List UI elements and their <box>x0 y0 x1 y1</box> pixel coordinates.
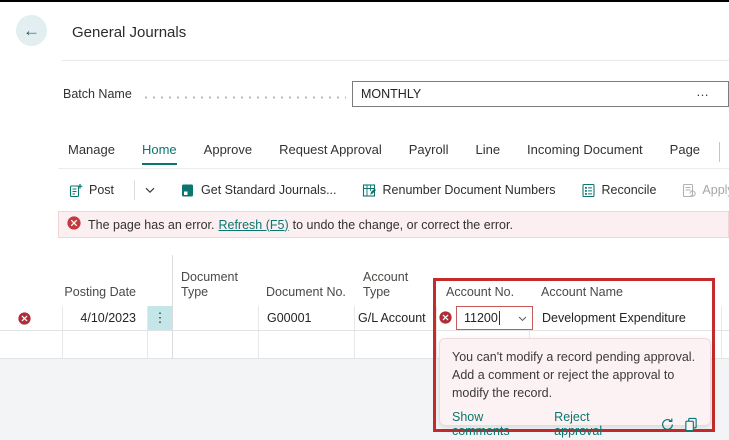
row-error-icon <box>18 312 31 325</box>
account-no-dropdown-button[interactable] <box>518 316 527 322</box>
get-standard-journals-button[interactable]: Get Standard Journals... <box>180 183 337 198</box>
journal-line-row: 4/10/2023 ⋮ G00001 G/L Account 11200 Dev… <box>0 306 729 331</box>
vertical-ellipsis-icon: ⋮ <box>154 310 167 326</box>
dotted-leader <box>142 96 346 99</box>
column-header-account-no[interactable]: Account No. <box>437 255 530 306</box>
notification-text-suffix: to undo the change, or correct the error… <box>293 218 513 232</box>
chevron-down-icon <box>518 316 527 322</box>
posting-date-cell[interactable] <box>63 331 148 358</box>
journal-icon <box>180 183 195 198</box>
row-indicator-column-header <box>0 255 63 306</box>
reject-approval-link[interactable]: Reject approval <box>554 410 638 438</box>
refresh-f5-link[interactable]: Refresh (F5) <box>218 218 288 232</box>
freeze-pane-divider <box>172 255 173 359</box>
tab-strip-underline <box>58 168 729 169</box>
tab-strip-divider <box>719 142 720 162</box>
back-arrow-icon: ← <box>23 21 40 41</box>
batch-name-label: Batch Name <box>63 87 132 101</box>
reconcile-label: Reconcile <box>602 183 657 197</box>
popup-actions: Show comments Reject approval <box>452 410 698 438</box>
get-standard-journals-label: Get Standard Journals... <box>201 183 337 197</box>
post-icon <box>68 183 83 198</box>
page-title: General Journals <box>72 24 186 41</box>
row-indicator-cell <box>0 306 63 330</box>
journal-table-header: Posting Date Document Type Document No. … <box>0 255 729 306</box>
header-divider <box>62 60 729 61</box>
action-tab-strip: Manage Home Approve Request Approval Pay… <box>68 142 729 167</box>
row-spacer-cell <box>722 331 729 358</box>
account-no-value: 11200 <box>457 311 498 325</box>
column-header-account-name[interactable]: Account Name <box>530 255 722 306</box>
error-circle-icon <box>67 216 81 233</box>
action-toolbar: Post Get Standard Journals... Renumber D… <box>68 178 729 202</box>
reconcile-icon <box>581 183 596 198</box>
text-cursor <box>499 311 500 325</box>
apply-entries-button[interactable]: Apply Entries... <box>681 183 729 198</box>
document-type-cell[interactable] <box>173 306 259 330</box>
column-header-spacer <box>722 255 729 306</box>
document-no-cell[interactable]: G00001 <box>259 306 355 330</box>
row-spacer-cell <box>722 306 729 330</box>
account-type-cell[interactable]: G/L Account <box>355 306 437 330</box>
column-header-posting-date[interactable]: Posting Date <box>63 255 148 306</box>
row-menu-cell[interactable] <box>148 331 173 358</box>
column-header-document-type[interactable]: Document Type <box>173 255 259 306</box>
copy-icon[interactable] <box>684 417 698 432</box>
account-no-input[interactable]: 11200 <box>456 306 533 330</box>
row-menu-button[interactable]: ⋮ <box>148 306 173 330</box>
general-journals-page: ← General Journals Batch Name MONTHLY … … <box>0 0 729 440</box>
document-no-cell[interactable] <box>259 331 355 358</box>
tab-request-approval[interactable]: Request Approval <box>279 142 382 165</box>
cell-error-icon <box>439 311 452 324</box>
column-header-document-no[interactable]: Document No. <box>259 255 355 306</box>
post-label: Post <box>89 183 114 197</box>
apply-entries-label: Apply Entries... <box>702 183 729 197</box>
tab-line[interactable]: Line <box>475 142 500 165</box>
row-menu-column-header <box>148 255 173 306</box>
tab-approve[interactable]: Approve <box>204 142 252 165</box>
post-button[interactable]: Post <box>68 183 114 198</box>
apply-entries-icon <box>681 183 696 198</box>
batch-lookup-ellipsis-icon[interactable]: … <box>696 80 710 104</box>
account-no-cell[interactable]: 11200 <box>437 306 530 330</box>
reconcile-button[interactable]: Reconcile <box>581 183 657 198</box>
page-error-notification: The page has an error. Refresh (F5) to u… <box>58 211 729 238</box>
approval-error-popup: You can't modify a record pending approv… <box>439 338 711 426</box>
notification-text: The page has an error. <box>88 218 214 232</box>
row-indicator-cell <box>0 331 63 358</box>
tab-home[interactable]: Home <box>142 142 177 165</box>
batch-name-field[interactable]: MONTHLY … <box>352 81 729 107</box>
chevron-down-icon <box>145 187 155 194</box>
posting-date-cell[interactable]: 4/10/2023 <box>63 306 148 330</box>
post-dropdown-button[interactable] <box>145 187 155 194</box>
show-comments-link[interactable]: Show comments <box>452 410 541 438</box>
column-header-account-type[interactable]: Account Type <box>355 255 437 306</box>
tab-incoming-document[interactable]: Incoming Document <box>527 142 643 165</box>
account-name-cell[interactable]: Development Expenditure <box>530 306 722 330</box>
window-top-edge <box>0 0 729 2</box>
refresh-icon[interactable] <box>660 417 675 432</box>
tab-payroll[interactable]: Payroll <box>409 142 449 165</box>
tab-manage[interactable]: Manage <box>68 142 115 165</box>
account-type-cell[interactable] <box>355 331 437 358</box>
batch-name-value[interactable]: MONTHLY <box>361 82 421 106</box>
back-button[interactable]: ← <box>16 15 47 46</box>
renumber-document-numbers-button[interactable]: Renumber Document Numbers <box>362 183 556 198</box>
document-type-cell[interactable] <box>173 331 259 358</box>
renumber-document-numbers-label: Renumber Document Numbers <box>383 183 556 197</box>
renumber-icon <box>362 183 377 198</box>
tab-page[interactable]: Page <box>670 142 700 165</box>
popup-message: You can't modify a record pending approv… <box>452 348 698 402</box>
post-split-divider <box>134 180 135 200</box>
